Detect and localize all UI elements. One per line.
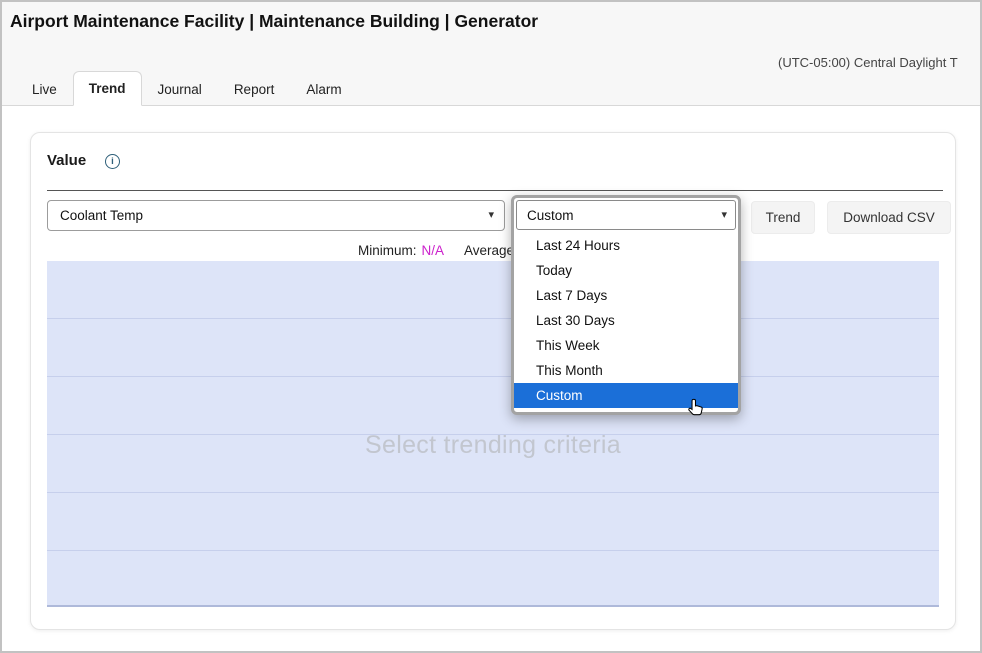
option-last-7-days[interactable]: Last 7 Days [514,283,738,308]
page-header: Airport Maintenance Facility | Maintenan… [2,2,980,106]
tab-report[interactable]: Report [218,72,291,106]
point-select-value: Coolant Temp [60,208,143,223]
option-this-week[interactable]: This Week [514,333,738,358]
chevron-down-icon: ▾ [721,210,727,221]
chevron-down-icon: ▾ [488,210,494,221]
trend-page: { "header": { "title": "Airport Maintena… [0,0,982,653]
option-last-24-hours[interactable]: Last 24 Hours [514,233,738,258]
tab-bar: Live Trend Journal Report Alarm [16,71,358,106]
point-select[interactable]: Coolant Temp ▾ [47,200,505,231]
average-label: Average: [464,243,518,258]
stats-row: Minimum: N/A Average: [358,243,518,258]
chart-placeholder-text: Select trending criteria [365,431,621,460]
tab-trend[interactable]: Trend [73,71,142,106]
option-custom[interactable]: Custom [514,383,738,408]
tab-alarm[interactable]: Alarm [290,72,357,106]
tab-live[interactable]: Live [16,72,73,106]
download-csv-button[interactable]: Download CSV [827,201,951,234]
chart-area: Select trending criteria [47,261,939,607]
minimum-label: Minimum: [358,243,417,258]
option-last-30-days[interactable]: Last 30 Days [514,308,738,333]
option-today[interactable]: Today [514,258,738,283]
divider [47,190,943,191]
timezone-label: (UTC-05:00) Central Daylight T [778,55,958,70]
tab-journal[interactable]: Journal [142,72,218,106]
time-range-options: Last 24 Hours Today Last 7 Days Last 30 … [514,231,738,412]
trend-button[interactable]: Trend [751,201,815,234]
time-range-select[interactable]: Custom ▾ [516,200,736,230]
time-range-dropdown: Custom ▾ Last 24 Hours Today Last 7 Days… [511,195,741,415]
page-title: Airport Maintenance Facility | Maintenan… [10,11,538,32]
time-range-value: Custom [527,208,574,223]
info-icon[interactable]: i [105,154,120,169]
minimum-value: N/A [422,243,445,258]
option-this-month[interactable]: This Month [514,358,738,383]
trend-panel: Value i Coolant Temp ▾ Trend Download CS… [30,132,956,630]
section-title: Value [47,152,86,169]
